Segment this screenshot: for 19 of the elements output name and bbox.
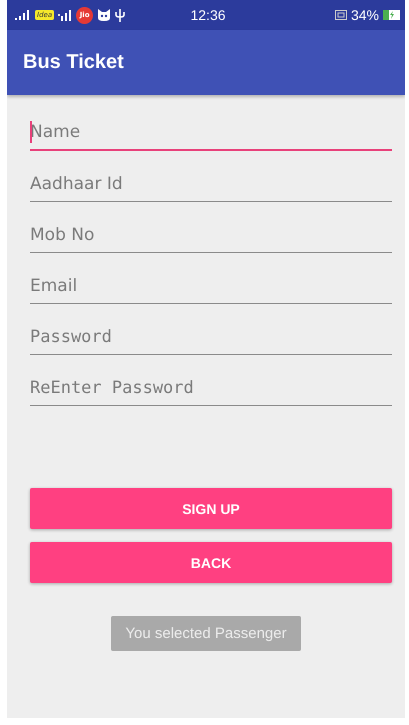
input-field[interactable]: ReEnter Password [30, 374, 392, 406]
toast-message: You selected Passenger [111, 616, 301, 651]
signal-icon [15, 10, 31, 20]
input-field[interactable]: Mob No [30, 221, 392, 253]
input-field[interactable]: Name [30, 119, 392, 151]
sim-card-icon [334, 10, 347, 20]
battery-charging-icon [383, 10, 402, 20]
battery-percent: 34% [350, 7, 380, 23]
cat-face-icon [97, 9, 112, 21]
signal-icon [58, 10, 72, 20]
status-time: 12:36 [190, 7, 226, 23]
input-field[interactable]: Email [30, 272, 392, 304]
action-button[interactable]: BACK [30, 542, 392, 583]
input-field[interactable]: Password [30, 323, 392, 355]
app-title: Bus Ticket [23, 51, 124, 74]
text-cursor [30, 121, 32, 143]
usb-icon [115, 8, 126, 22]
input-field[interactable]: Aadhaar Id [30, 170, 392, 202]
action-button[interactable]: SIGN UP [30, 488, 392, 529]
